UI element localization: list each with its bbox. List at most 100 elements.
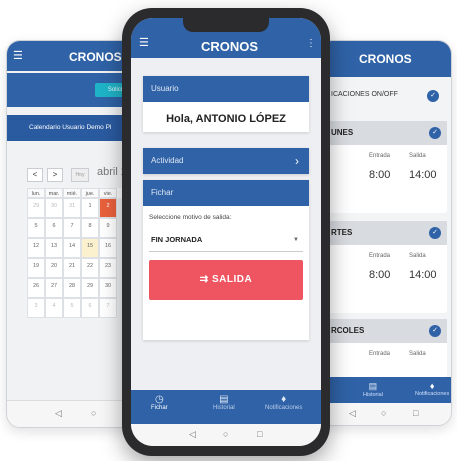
calendar-day[interactable]: 14 (63, 238, 81, 258)
entrada-label: Entrada (369, 153, 391, 159)
calendar-day[interactable]: 5 (27, 218, 45, 238)
calendar-day[interactable]: 7 (63, 218, 81, 238)
menu-icon[interactable]: ☰ (139, 38, 149, 49)
left-app-title: CRONOS (69, 50, 122, 64)
salida-button[interactable]: ⇉ SALIDA (149, 260, 303, 300)
day-name: UNES (331, 128, 354, 137)
recents-icon[interactable]: □ (413, 408, 418, 418)
user-greeting: Hola, ANTONIO LÓPEZ (166, 113, 286, 125)
actividad-header[interactable]: Actividad › (143, 148, 309, 174)
weekday-label: lun. (27, 188, 45, 198)
back-icon[interactable]: ◁ (55, 408, 62, 419)
calendar-day[interactable]: 29 (81, 278, 99, 298)
menu-icon[interactable]: ☰ (13, 51, 23, 62)
entrada-time: 8:00 (369, 269, 391, 281)
calendar-day[interactable]: 6 (45, 218, 63, 238)
calendar-day[interactable]: 13 (45, 238, 63, 258)
notifications-toggle-label: ICACIONES ON/OFF (331, 91, 398, 98)
calendar-day[interactable]: 29 (27, 198, 45, 218)
calendar-day[interactable]: 16 (99, 238, 117, 258)
actividad-card[interactable]: Actividad › (143, 148, 309, 174)
recents-icon[interactable]: □ (257, 429, 262, 439)
right-tab-bar: ▤ Historial ♦ Notificaciones (319, 377, 451, 403)
motive-select[interactable]: FIN JORNADA ▼ (149, 229, 303, 252)
tab-label: Notificaciones (265, 405, 303, 411)
calendar-day[interactable]: 28 (63, 278, 81, 298)
actividad-label: Actividad (151, 156, 184, 165)
calendar-day[interactable]: 2 (99, 198, 117, 218)
calendar-day[interactable]: 27 (45, 278, 63, 298)
history-icon: ▤ (219, 394, 229, 405)
phone-notch (183, 18, 269, 32)
tab-fichar[interactable]: ◷ Fichar (151, 394, 168, 411)
right-app-title: CRONOS (359, 52, 412, 66)
day-card-header: RTES ✓ (327, 221, 447, 245)
day-card-martes: RTES ✓ Entrada Salida 8:00 14:00 (327, 221, 447, 313)
check-circle-icon[interactable]: ✓ (429, 325, 441, 337)
bell-icon: ♦ (429, 381, 435, 391)
check-circle-icon[interactable]: ✓ (427, 90, 439, 102)
home-icon[interactable]: ○ (91, 408, 96, 418)
calendar-day[interactable]: 4 (45, 298, 63, 318)
calendar-day[interactable]: 1 (81, 198, 99, 218)
calendar-day-today[interactable]: 15 (81, 238, 99, 258)
weekday-label: vie. (99, 188, 117, 198)
calendar-day[interactable]: 20 (45, 258, 63, 278)
prev-month-button[interactable]: < (27, 168, 43, 182)
calendar-day[interactable]: 26 (27, 278, 45, 298)
tab-notificaciones[interactable]: ♦ Notificaciones (265, 394, 302, 411)
motive-value: FIN JORNADA (151, 235, 203, 244)
notifications-toggle-row[interactable]: ICACIONES ON/OFF ✓ (319, 85, 451, 107)
right-app-bar: CRONOS (319, 41, 451, 77)
right-phone-notifications: CRONOS ICACIONES ON/OFF ✓ UNES ✓ Entrada… (318, 40, 452, 426)
calendar-day[interactable]: 23 (99, 258, 117, 278)
calendar-day[interactable]: 31 (63, 198, 81, 218)
usuario-header: Usuario (143, 76, 309, 102)
day-card-header: RCOLES ✓ (327, 319, 447, 343)
salida-label: Salida (409, 351, 426, 357)
entrada-time: 8:00 (369, 169, 391, 181)
salida-label: Salida (409, 153, 426, 159)
next-month-button[interactable]: > (47, 168, 63, 182)
weekday-label: mié. (63, 188, 81, 198)
calendar-day[interactable]: 12 (27, 238, 45, 258)
salida-label: SALIDA (211, 274, 253, 285)
fichar-header: Fichar (143, 180, 309, 206)
tab-historial[interactable]: ▤ Historial (363, 381, 383, 398)
day-name: RTES (331, 228, 353, 237)
calendar-day[interactable]: 21 (63, 258, 81, 278)
clock-icon: ◷ (154, 394, 164, 405)
calendar-day[interactable]: 8 (81, 218, 99, 238)
salida-time: 14:00 (409, 169, 437, 181)
right-system-nav: ◁ ○ □ (319, 403, 451, 425)
back-icon[interactable]: ◁ (189, 429, 196, 440)
today-button[interactable]: Hoy (71, 168, 89, 182)
tab-historial[interactable]: ▤ Historial (213, 394, 235, 411)
home-icon[interactable]: ○ (223, 429, 228, 439)
check-circle-icon[interactable]: ✓ (429, 127, 441, 139)
calendar-day[interactable]: 6 (81, 298, 99, 318)
calendar-day[interactable]: 5 (63, 298, 81, 318)
calendar-day[interactable]: 30 (45, 198, 63, 218)
tab-notificaciones[interactable]: ♦ Notificaciones (415, 381, 449, 397)
center-screen: ☰ CRONOS ⋮ Usuario Hola, ANTONIO LÓPEZ A… (131, 18, 321, 446)
calendar-day[interactable]: 7 (99, 298, 117, 318)
day-card-lunes: UNES ✓ Entrada Salida 8:00 14:00 (327, 121, 447, 213)
calendar-day[interactable]: 30 (99, 278, 117, 298)
calendar-day[interactable]: 22 (81, 258, 99, 278)
calendar-day[interactable]: 19 (27, 258, 45, 278)
tab-label: Fichar (151, 405, 168, 411)
home-icon[interactable]: ○ (381, 408, 386, 418)
salida-time: 14:00 (409, 269, 437, 281)
more-icon[interactable]: ⋮ (306, 38, 316, 49)
center-system-nav: ◁ ○ □ (131, 424, 321, 446)
check-circle-icon[interactable]: ✓ (429, 227, 441, 239)
calendar-day[interactable]: 3 (27, 298, 45, 318)
back-icon[interactable]: ◁ (349, 408, 356, 419)
entrada-label: Entrada (369, 253, 391, 259)
salida-label: Salida (409, 253, 426, 259)
caret-down-icon: ▼ (293, 237, 299, 243)
tab-label: Historial (213, 405, 235, 411)
calendar-day[interactable]: 9 (99, 218, 117, 238)
motive-label: Seleccione motivo de salida: (149, 214, 232, 221)
